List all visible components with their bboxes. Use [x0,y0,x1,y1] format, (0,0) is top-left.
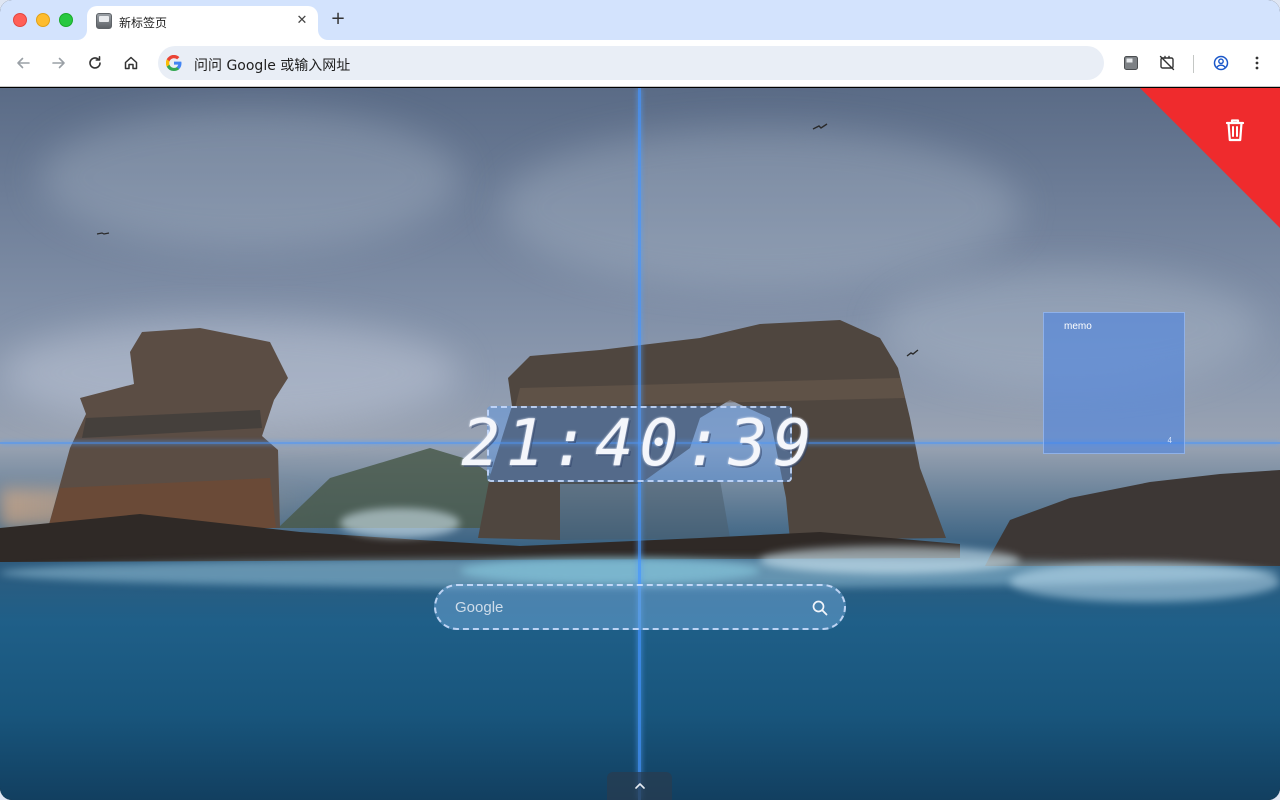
address-bar[interactable]: 问问 Google 或输入网址 [158,46,1104,80]
search-icon[interactable] [811,599,829,617]
reload-icon [89,56,101,69]
trash-icon[interactable] [1219,114,1251,146]
toolbar-divider [1193,55,1194,73]
tab-title: 新标签页 [119,16,168,30]
memo-title: memo [1064,321,1092,332]
back-button[interactable] [12,52,34,74]
search-input[interactable]: Google [455,599,503,616]
toolbar: 问问 Google 或输入网址 [0,40,1280,87]
new-tab-button[interactable]: + [328,9,348,29]
tab-close-icon[interactable]: ✕ [293,12,311,30]
ad-block-extension-button[interactable] [1156,52,1178,74]
ad-block-extension-icon [1159,55,1175,71]
clock-time: 21:40:39 [461,407,818,481]
memo-count: 4 [1167,436,1172,445]
profile-icon [1213,55,1229,71]
search-widget[interactable]: Google [434,584,846,630]
bottom-drawer-toggle[interactable] [607,772,672,800]
google-g-icon [166,55,182,71]
address-bar-placeholder: 问问 Google 或输入网址 [194,58,351,74]
profile-button[interactable] [1210,52,1232,74]
home-icon [124,56,138,70]
tab-manager-extension-button[interactable] [1120,52,1142,74]
clock-widget[interactable]: 21:40:39 [461,406,812,482]
forward-arrow-icon [52,57,65,69]
reload-button[interactable] [84,52,106,74]
more-vert-icon [1255,56,1259,70]
home-button[interactable] [120,52,142,74]
tab-strip: 新标签页 ✕ + [0,0,1280,40]
back-arrow-icon [17,57,30,69]
browser-window: 新标签页 ✕ + 问问 Google 或输入网址 memo 4 21:40:39… [0,0,1280,800]
tab-new-tab[interactable]: 新标签页 ✕ [87,6,318,40]
chevron-up-icon [634,783,645,789]
maximize-window-button[interactable] [59,13,73,27]
tab-manager-extension-icon [1124,56,1138,70]
new-tab-page: memo 4 21:40:39 Google [0,88,1280,800]
browser-menu-button[interactable] [1246,52,1268,74]
close-window-button[interactable] [13,13,27,27]
new-tab-favicon-icon [96,13,112,29]
forward-button[interactable] [48,52,70,74]
minimize-window-button[interactable] [36,13,50,27]
memo-widget[interactable]: memo 4 [1043,312,1185,454]
